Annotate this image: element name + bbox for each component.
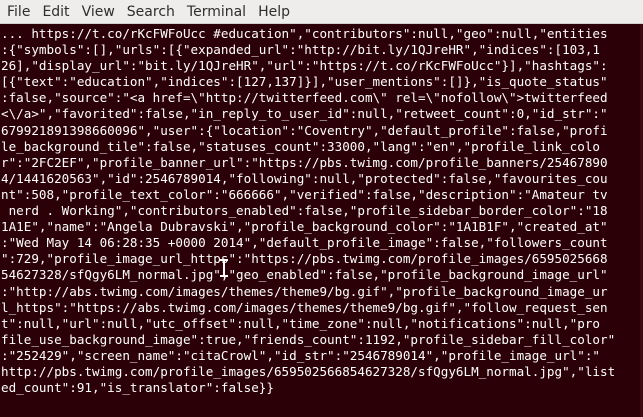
terminal-line: 679921891398660096","user":{"location":"… — [1, 122, 608, 138]
terminal-line: file_use_background_image":true,"friends… — [1, 331, 616, 347]
terminal-line: [{"text":"education","indices":[127,137]… — [1, 74, 608, 90]
terminal-line: 1A1E","name":"Angela Dubravski","profile… — [1, 219, 608, 235]
terminal-line: ":729,"profile_image_url_https":"https:/… — [1, 251, 608, 267]
menu-terminal[interactable]: Terminal — [182, 0, 251, 24]
terminal-line: nt":508,"profile_text_color":"666666","v… — [1, 186, 608, 202]
terminal-line: t":null,"url":null,"utc_offset":null,"ti… — [1, 315, 600, 331]
terminal-line: <\/a>","favorited":false,"in_reply_to_us… — [1, 106, 608, 122]
menu-help[interactable]: Help — [253, 0, 295, 24]
terminal-line: :"252429","screen_name":"citaCrowl","id_… — [1, 347, 600, 363]
terminal-line: ed_count":91,"is_translator":false}} — [1, 380, 274, 396]
terminal-line: :{"symbols":[],"urls":[{"expanded_url":"… — [1, 42, 600, 58]
terminal-line: 54627328/sfQgy6LM_normal.jpg","geo_enabl… — [1, 267, 608, 283]
terminal-line: le_background_tile":false,"statuses_coun… — [1, 138, 600, 154]
menu-search[interactable]: Search — [122, 0, 180, 24]
terminal-line: :"Wed May 14 06:28:35 +0000 2014","defau… — [1, 235, 608, 251]
menu-view[interactable]: View — [77, 0, 120, 24]
terminal-line: l_https":"https://abs.twimg.com/images/t… — [1, 299, 608, 315]
terminal-line: ... https://t.co/rKcFWFoUcc #education",… — [1, 26, 608, 41]
terminal-line: :false,"source":"<a href=\"http://twitte… — [1, 90, 608, 106]
terminal-line: 26],"display_url":"bit.ly/1QJreHR","url"… — [1, 58, 608, 74]
menu-file[interactable]: File — [2, 0, 35, 24]
terminal-line: :"http://abs.twimg.com/images/themes/the… — [1, 283, 608, 299]
terminal-window: File Edit View Search Terminal Help ... … — [0, 0, 643, 417]
terminal-line: r":"2FC2EF","profile_banner_url":"https:… — [1, 154, 608, 170]
menu-bar: File Edit View Search Terminal Help — [0, 0, 643, 24]
terminal-line: 4/1441620563","id":2546789014,"following… — [1, 170, 608, 186]
terminal-output[interactable]: ... https://t.co/rKcFWFoUcc #education",… — [0, 24, 643, 417]
terminal-line: nerd . Working","contributors_enabled":f… — [1, 203, 608, 219]
menu-edit[interactable]: Edit — [37, 0, 74, 24]
terminal-line: http://pbs.twimg.com/profile_images/6595… — [1, 363, 616, 379]
